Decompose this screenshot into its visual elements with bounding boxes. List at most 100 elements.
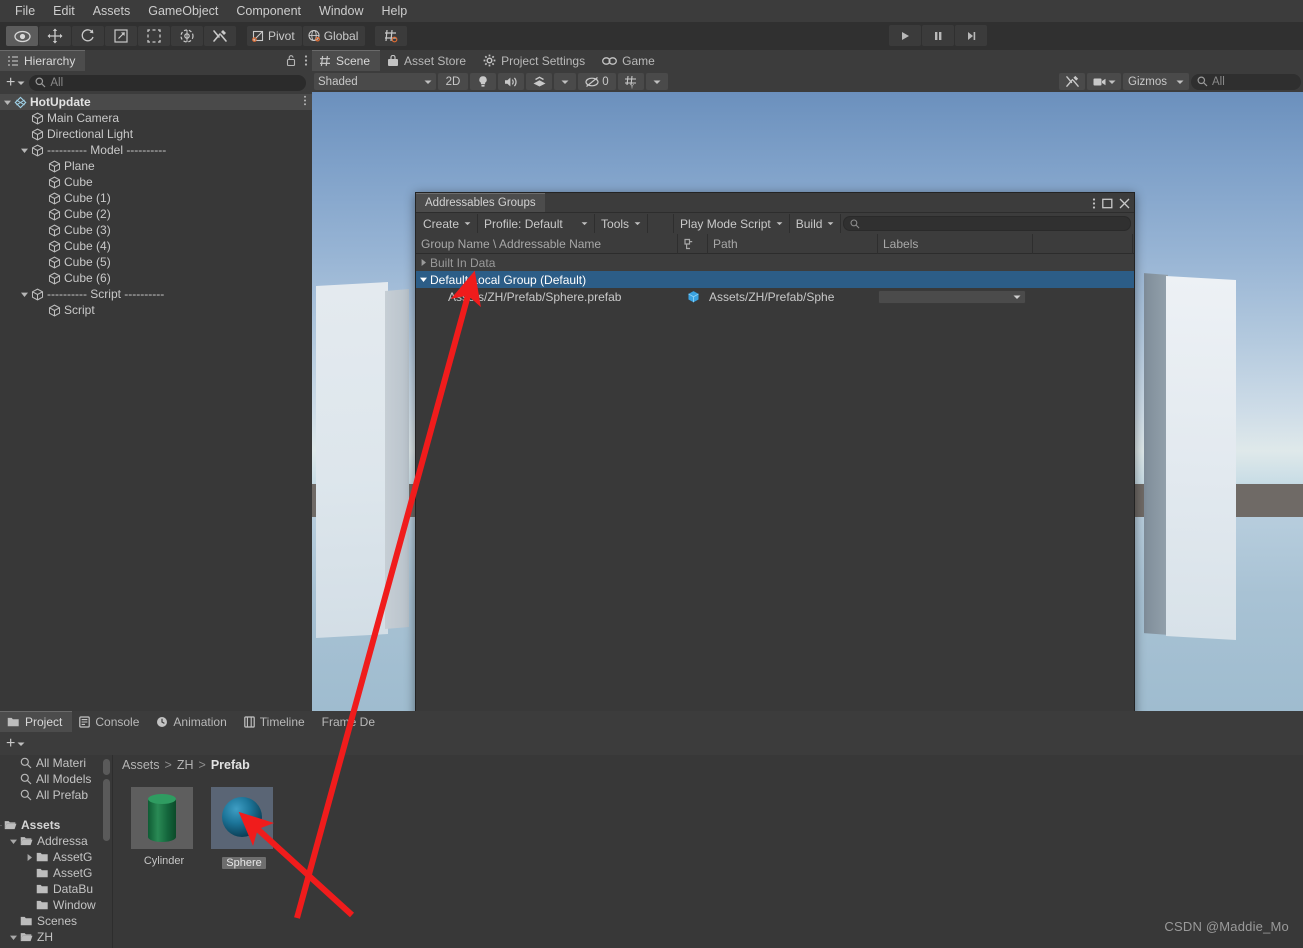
hierarchy-item[interactable]: Cube (4) [0, 238, 312, 254]
addressables-row[interactable]: Default Local Group (Default) [416, 271, 1134, 288]
menu-item-edit[interactable]: Edit [44, 1, 84, 21]
fx-toggle-button[interactable] [526, 73, 552, 90]
hierarchy-item[interactable]: ---------- Model ---------- [0, 142, 312, 158]
project-tree-item[interactable]: Scenes [0, 913, 112, 929]
asset-item[interactable]: Cylinder [131, 787, 197, 869]
disclosure-triangle[interactable] [0, 146, 31, 155]
breadcrumb-item[interactable]: Prefab [211, 758, 250, 772]
grid-dropdown-button[interactable] [646, 73, 668, 90]
disclosure-triangle[interactable] [0, 933, 20, 942]
disclosure-triangle[interactable] [0, 290, 31, 299]
row-disclosure-triangle[interactable] [416, 275, 430, 284]
project-tree-scrollbar[interactable] [103, 779, 110, 841]
tab-console[interactable]: Console [72, 711, 150, 732]
asset-thumbnail[interactable] [211, 787, 273, 849]
scene-tools-button[interactable] [1059, 73, 1085, 90]
tab-asset-store[interactable]: Asset Store [380, 50, 477, 71]
project-tree-item[interactable]: AssetG [0, 865, 112, 881]
kebab-icon[interactable] [1092, 197, 1096, 210]
pause-button[interactable] [922, 25, 954, 46]
maximize-icon[interactable] [1102, 198, 1113, 209]
hierarchy-item[interactable]: Plane [0, 158, 312, 174]
profile-dropdown[interactable]: Profile: Default [478, 214, 596, 233]
tab-hierarchy[interactable]: Hierarchy [0, 50, 86, 71]
project-tree-scroll-up[interactable] [103, 759, 110, 775]
lighting-toggle-button[interactable] [470, 73, 496, 90]
shading-mode-dropdown[interactable]: Shaded [314, 73, 436, 90]
audio-toggle-button[interactable] [498, 73, 524, 90]
hidden-objects-button[interactable]: 0 [578, 73, 616, 90]
tab-project-settings[interactable]: Project Settings [476, 50, 596, 71]
play-button[interactable] [889, 25, 921, 46]
hierarchy-item[interactable]: Cube [0, 174, 312, 190]
tab-timeline[interactable]: Timeline [236, 711, 315, 732]
build-dropdown[interactable]: Build [790, 214, 842, 233]
column-header[interactable]: Group Name \ Addressable Name [416, 233, 678, 254]
asset-grid[interactable]: Cylinder Sphere [113, 775, 1303, 869]
project-tree-item[interactable]: Window [0, 897, 112, 913]
project-tree-item[interactable]: Addressa [0, 833, 112, 849]
disclosure-triangle[interactable] [0, 837, 20, 846]
fx-dropdown-button[interactable] [554, 73, 576, 90]
hierarchy-tree[interactable]: HotUpdate Main Camera Directional Light ---… [0, 94, 312, 711]
hierarchy-item[interactable]: HotUpdate [0, 94, 312, 110]
tools-dropdown[interactable]: Tools [595, 214, 649, 233]
hierarchy-item[interactable]: Script [0, 302, 312, 318]
grid-visibility-button[interactable]: Y [618, 73, 644, 90]
scale-tool-button[interactable] [105, 26, 137, 46]
addressables-search-input[interactable] [843, 216, 1131, 231]
project-tree-item[interactable]: AssetG [0, 849, 112, 865]
breadcrumb-item[interactable]: ZH [177, 758, 194, 772]
hierarchy-add-button[interactable]: + [6, 74, 25, 90]
custom-tool-button[interactable] [204, 26, 236, 46]
menu-item-file[interactable]: File [6, 1, 44, 21]
asset-thumbnail[interactable] [131, 787, 193, 849]
global-toggle-button[interactable]: Global [302, 26, 366, 46]
close-icon[interactable] [1119, 198, 1130, 209]
tab-animation[interactable]: Animation [149, 711, 237, 732]
tab-addressables-groups[interactable]: Addressables Groups [416, 193, 545, 212]
project-tree-item[interactable]: Assets [0, 817, 112, 833]
kebab-icon[interactable] [304, 54, 308, 67]
grid-snap-button[interactable] [375, 26, 408, 46]
hierarchy-item[interactable]: Cube (6) [0, 270, 312, 286]
hierarchy-item[interactable]: ---------- Script ---------- [0, 286, 312, 302]
hand-tool-button[interactable] [6, 26, 38, 46]
hierarchy-item[interactable]: Directional Light [0, 126, 312, 142]
menu-item-window[interactable]: Window [310, 1, 372, 21]
menu-item-assets[interactable]: Assets [84, 1, 140, 21]
addressables-rows[interactable]: Built In Data Default Local Group (Defaul… [416, 254, 1134, 305]
disclosure-triangle[interactable] [0, 853, 36, 862]
breadcrumb-item[interactable]: Assets [122, 758, 160, 772]
menu-item-gameobject[interactable]: GameObject [139, 1, 227, 21]
hierarchy-search-input[interactable]: All [29, 74, 306, 91]
tab-game[interactable]: Game [595, 50, 665, 71]
project-tree-item[interactable]: All Prefab [0, 787, 112, 803]
menu-item-component[interactable]: Component [227, 1, 310, 21]
hierarchy-item[interactable]: Cube (1) [0, 190, 312, 206]
lock-icon[interactable] [285, 54, 297, 67]
hierarchy-item[interactable]: Cube (2) [0, 206, 312, 222]
addressables-row[interactable]: Assets/ZH/Prefab/Sphere.prefab Assets/ZH/… [416, 288, 1134, 305]
project-tree-item[interactable]: DataBu [0, 881, 112, 897]
menu-item-help[interactable]: Help [372, 1, 416, 21]
create-dropdown[interactable]: Create [417, 214, 479, 233]
rect-tool-button[interactable] [138, 26, 170, 46]
disclosure-triangle[interactable] [0, 98, 14, 107]
tab-frame-de[interactable]: Frame De [314, 711, 386, 732]
kebab-icon[interactable] [303, 95, 307, 109]
scene-search-input[interactable]: All [1191, 73, 1301, 90]
project-folder-tree[interactable]: All Materi All Models All Prefab Assets Addr… [0, 755, 113, 948]
project-add-button[interactable]: + [6, 735, 25, 751]
transform-tool-button[interactable] [171, 26, 203, 46]
pivot-toggle-button[interactable]: Pivot [247, 26, 302, 46]
tab-scene[interactable]: Scene [312, 50, 381, 71]
column-header[interactable]: Labels [878, 233, 1033, 254]
step-button[interactable] [955, 25, 987, 46]
hierarchy-item[interactable]: Main Camera [0, 110, 312, 126]
asset-item[interactable]: Sphere [211, 787, 277, 869]
gizmos-dropdown[interactable]: Gizmos [1123, 73, 1189, 90]
play-mode-script-dropdown[interactable]: Play Mode Script [674, 214, 790, 233]
row-disclosure-triangle[interactable] [416, 258, 430, 267]
hierarchy-item[interactable]: Cube (5) [0, 254, 312, 270]
